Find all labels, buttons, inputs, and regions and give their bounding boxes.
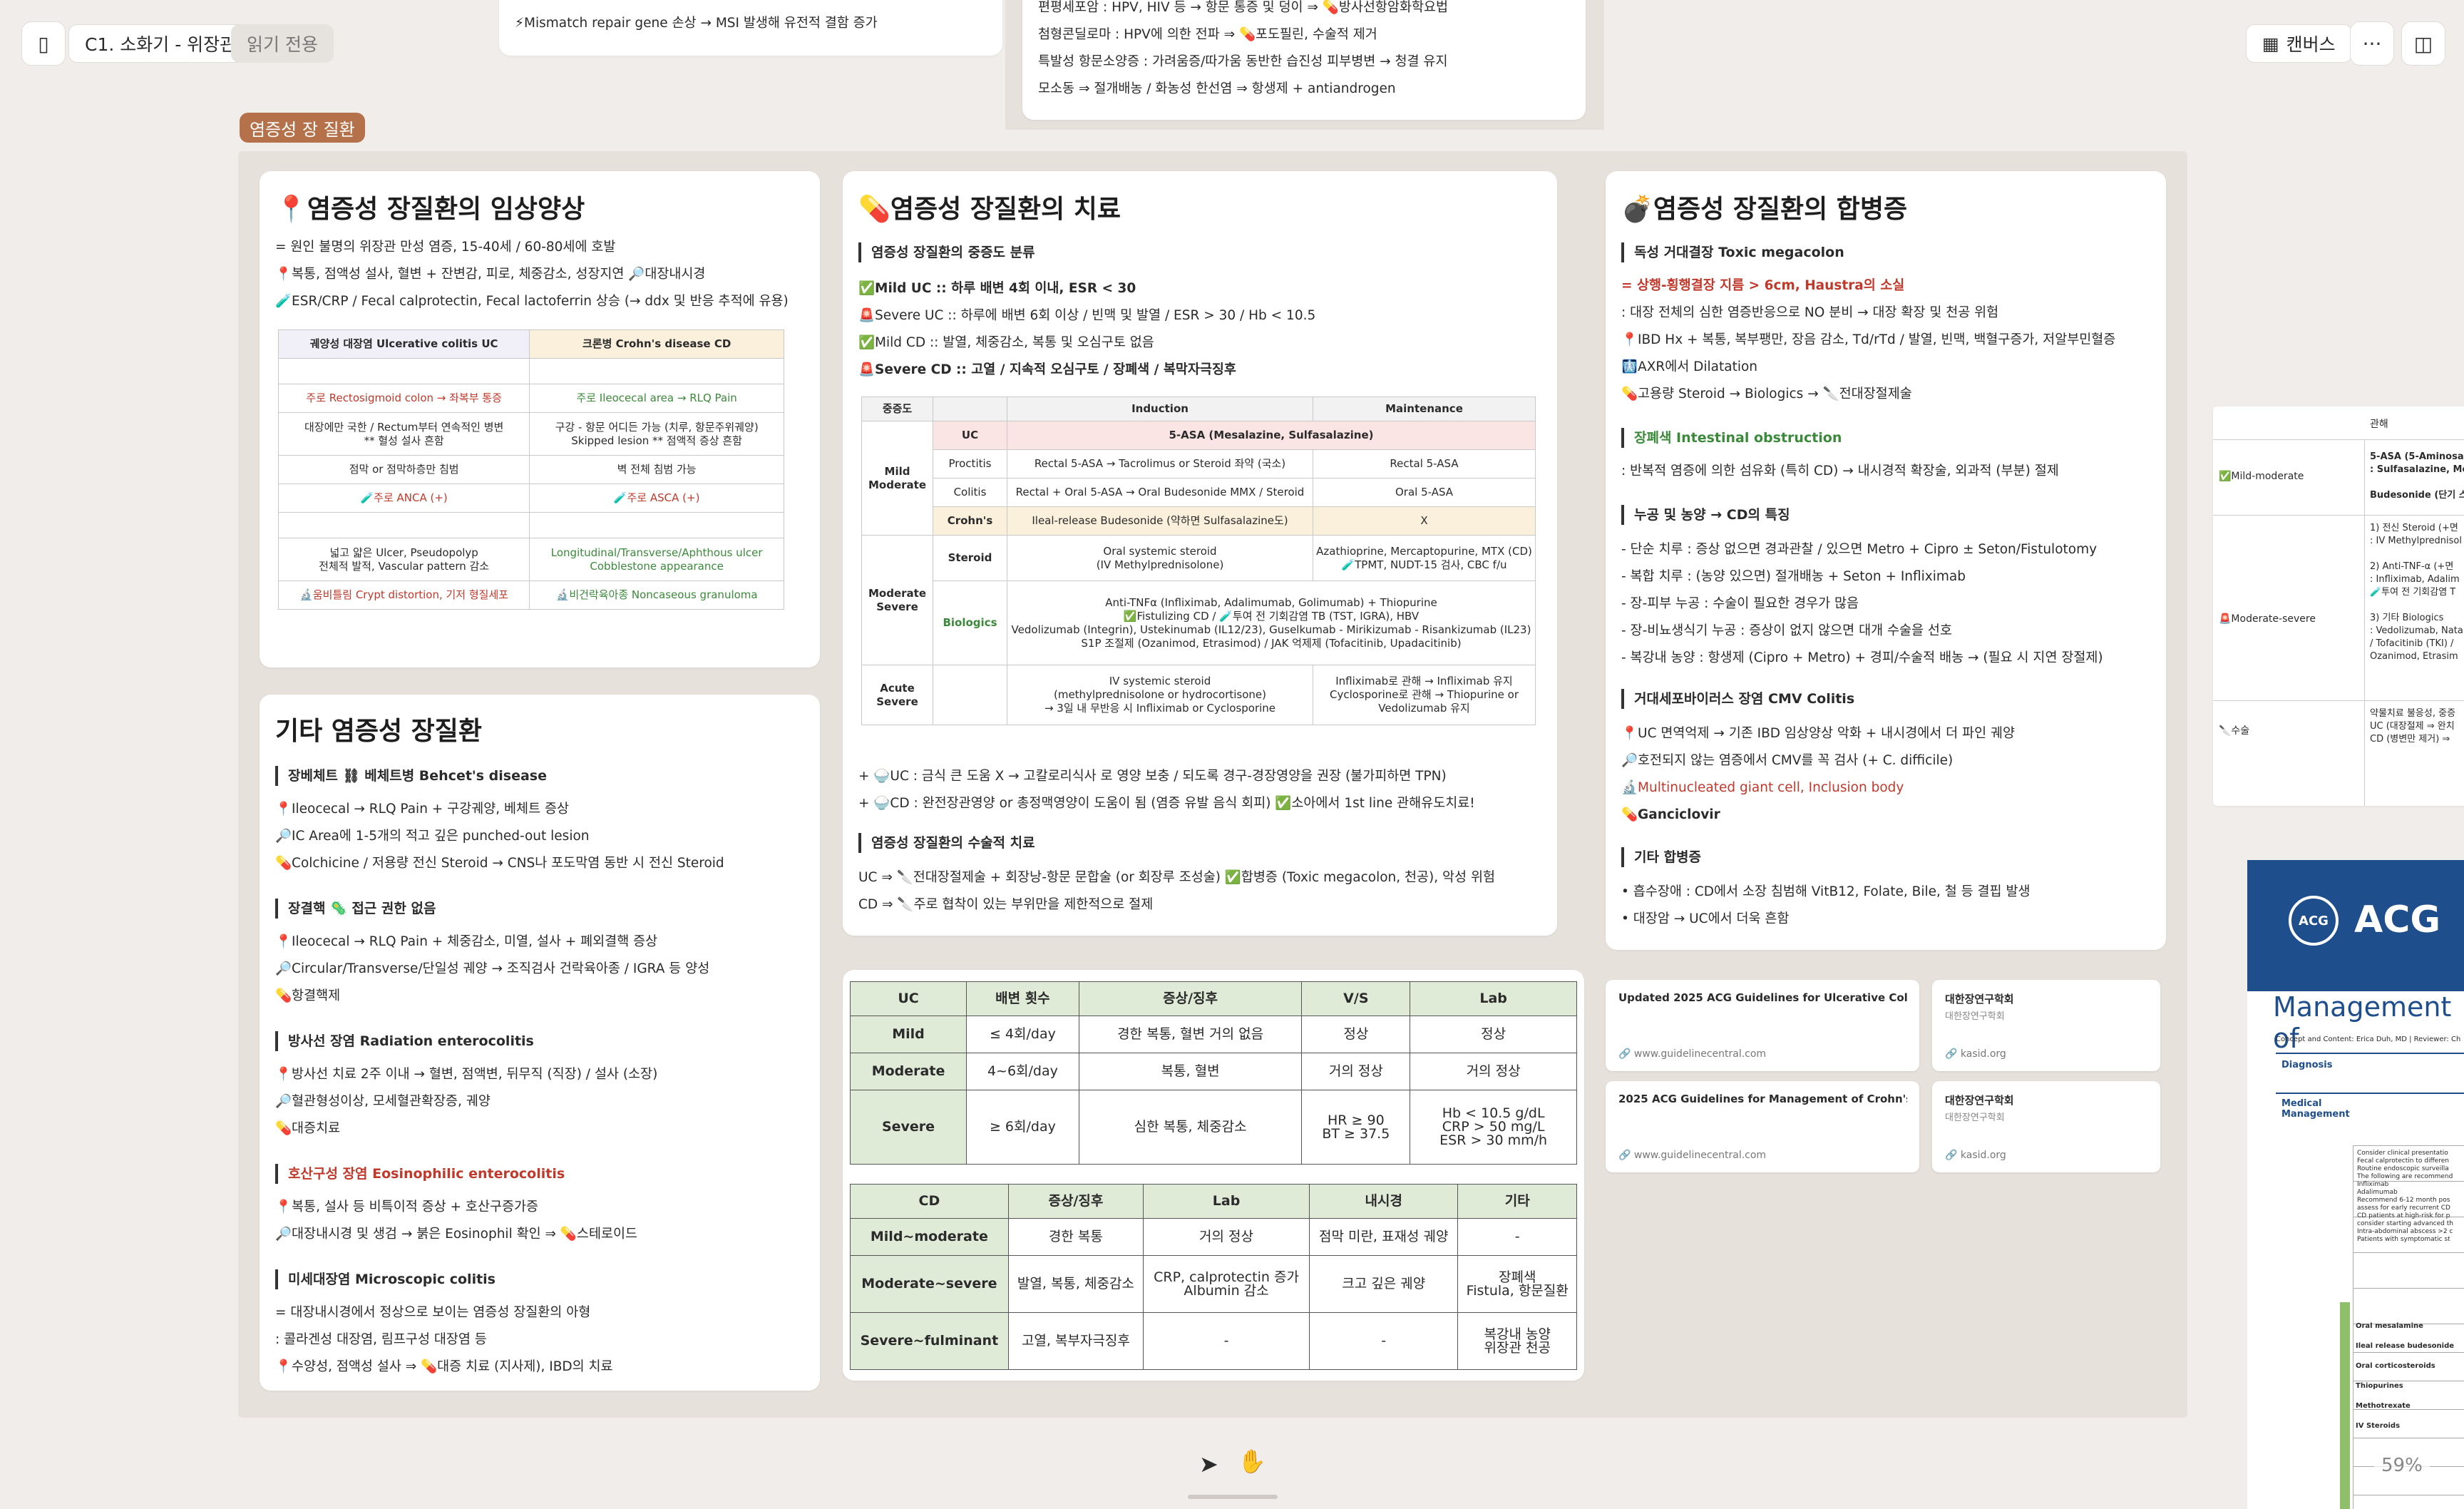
bottom-scroll-indicator[interactable] — [1188, 1495, 1278, 1499]
cursor-icon: ➤ — [1199, 1451, 1218, 1478]
link-icon: 🔗 — [1618, 1048, 1634, 1060]
treatment-title: 💊염증성 장질환의 치료 — [858, 195, 1121, 224]
link-icon: 🔗 — [1618, 1150, 1634, 1161]
source-card-kasid-2[interactable]: 대한장연구학회 대한장연구학회 🔗 kasid.org — [1932, 1081, 2160, 1172]
more-icon: ··· — [2362, 31, 2382, 56]
source-card-kasid-1[interactable]: 대한장연구학회 대한장연구학회 🔗 kasid.org — [1932, 980, 2160, 1071]
poster-sub-diagnosis-6: Adalimumab — [2357, 1189, 2398, 1196]
link-icon: 🔗 — [1945, 1048, 1961, 1060]
clinical-title: 📍염증성 장질환의 임상양상 — [275, 195, 585, 224]
top-line-3: 특발성 항문소양증 : 가려움증/따가움 동반한 습진성 피부병변 → 청결 유… — [1038, 54, 1448, 69]
complications-card: 💣염증성 장질환의 합병증 독성 거대결장 Toxic megacolon = … — [1606, 171, 2166, 950]
hand-tool-button[interactable]: ✋ — [1238, 1448, 1266, 1475]
cd-header: 크론병 Crohn's disease CD — [529, 329, 784, 359]
poster-sub-diagnosis-7: Recommend 6-12 month pos — [2357, 1197, 2450, 1204]
top-line-2: 첨형콘딜로마 : HPV에 의한 전파 ⇒ 💊포도필린, 수술적 제거 — [1038, 27, 1377, 42]
sidebar-icon: ▯ — [38, 31, 49, 56]
partial-treatment-table: 관해 ✅Mild-moderate 5-ASA (5-Aminosa : Sul… — [2213, 406, 2464, 806]
panel-icon: ◫ — [2413, 31, 2433, 56]
pointer-tool-button[interactable]: ➤ — [1199, 1451, 1218, 1478]
treatment-table: 중증도 Induction Maintenance Mild Moderate UC 5… — [861, 397, 1536, 725]
other-ibd-card: 기타 염증성 장질환 장베체트 ⛓ 베체트병 Behcet's disease … — [260, 695, 820, 1391]
poster-sub-diagnosis-11: Intra-abdominal abscess >2 c — [2357, 1228, 2453, 1235]
poster-sub-diagnosis-1: Consider clinical presentatio — [2357, 1150, 2448, 1157]
clinical-card: 📍염증성 장질환의 임상양상 = 원인 불명의 위장관 만성 염증, 15-40… — [260, 171, 820, 667]
sidebar-toggle-button[interactable]: ▯ — [21, 21, 66, 66]
poster-sub-diagnosis-10: consider starting advanced th — [2357, 1220, 2453, 1227]
complications-title: 💣염증성 장질환의 합병증 — [1621, 195, 1908, 224]
acg-poster-image: ACG ACG Management of Concept and Conten… — [2247, 860, 2464, 1509]
more-options-button[interactable]: ··· — [2350, 21, 2394, 66]
severity-tables-card: UC 배변 횟수 증상/징후 V/S Lab Mild ≤ 4회/day 경한 복통, 혈변… — [843, 970, 1584, 1381]
treatment-card: 💊염증성 장질환의 치료 염증성 장질환의 중증도 분류 ✅Mild UC ::… — [843, 171, 1557, 936]
source-card-acg-uc[interactable]: Updated 2025 ACG Guidelines for Ulcerati… — [1606, 980, 1919, 1071]
page-title[interactable]: C1. 소화기 - 위장관 — [68, 24, 253, 63]
top-line-4: 모소동 ⇒ 절개배농 / 화농성 한선염 ⇒ 항생제 + antiandroge… — [1038, 81, 1396, 96]
link-icon: 🔗 — [1945, 1150, 1961, 1161]
uc-cd-compare-table: 궤양성 대장염 Ulcerative colitis UC 크론병 Crohn's… — [277, 329, 784, 610]
poster-sub-diagnosis-9: CD patients at high-risk for p — [2357, 1212, 2450, 1219]
read-only-badge: 읽기 전용 — [231, 24, 334, 63]
canvas-button[interactable]: ▦ 캔버스 — [2246, 24, 2352, 63]
acg-logo: ACG — [2289, 896, 2339, 946]
hand-icon: ✋ — [1238, 1448, 1266, 1475]
top-card-right: 편평세포암 : HPV, HIV 등 → 항문 통증 및 덩이 ⇒ 💊방사선항암… — [1022, 0, 1586, 120]
uc-severity-table: UC 배변 횟수 증상/징후 V/S Lab Mild ≤ 4회/day 경한 복통, 혈변… — [849, 981, 1577, 1165]
uc-header: 궤양성 대장염 Ulcerative colitis UC — [277, 329, 530, 359]
source-card-acg-cd[interactable]: 2025 ACG Guidelines for Management of Cr… — [1606, 1081, 1919, 1172]
poster-sub-diagnosis-12: Patients with symptomatic st — [2357, 1236, 2450, 1243]
top-card-left: ⚡Mismatch repair gene 손상 → MSI 발생해 유전적 결… — [499, 0, 1002, 56]
cd-severity-table: CD 증상/징후 Lab 내시경 기타 Mild~moderate 경한 복통 거의 정상 점… — [850, 1184, 1577, 1370]
poster-sub-diagnosis-5: Infliximab — [2357, 1181, 2389, 1188]
poster-sub-diagnosis-3: Routine endoscopic surveilla — [2357, 1165, 2449, 1172]
canvas-icon: ▦ — [2262, 33, 2279, 54]
section-tag: 염증성 장 질환 — [240, 113, 365, 143]
poster-sub-diagnosis-4: The following are recommend — [2357, 1173, 2453, 1180]
top-line-1: 편평세포암 : HPV, HIV 등 → 항문 통증 및 덩이 ⇒ 💊방사선항암… — [1038, 0, 1449, 15]
right-panel-toggle-button[interactable]: ◫ — [2401, 21, 2445, 66]
other-ibd-title: 기타 염증성 장질환 — [275, 717, 483, 746]
poster-sub-diagnosis-8: assess for early recurrent CD — [2357, 1204, 2450, 1212]
zoom-indicator[interactable]: 59% — [2374, 1452, 2430, 1479]
poster-sub-diagnosis-2: Fecal calprotectin to differen — [2357, 1157, 2449, 1165]
